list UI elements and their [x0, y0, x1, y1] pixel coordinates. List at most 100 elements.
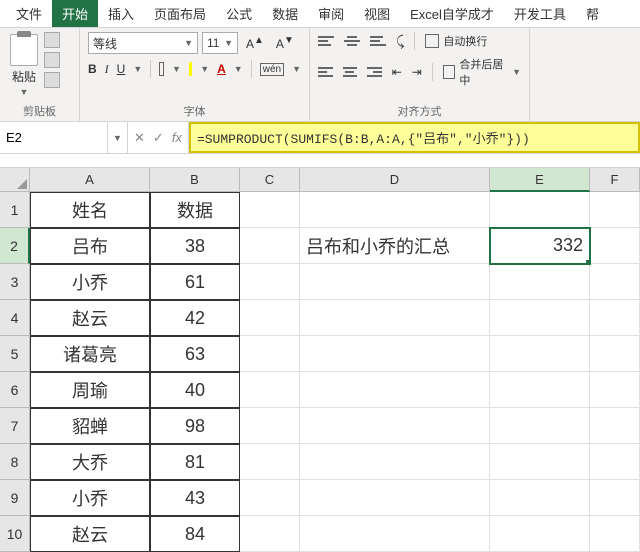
fill-color-button[interactable]	[189, 62, 192, 76]
cell[interactable]	[490, 336, 590, 372]
cell[interactable]: 84	[150, 516, 240, 552]
cell[interactable]: 姓名	[30, 192, 150, 228]
menu-developer[interactable]: 开发工具	[504, 0, 576, 27]
formula-input[interactable]: =SUMPRODUCT(SUMIFS(B:B,A:A,{"吕布","小乔"}))	[189, 122, 640, 153]
cell[interactable]	[240, 228, 300, 264]
cell[interactable]	[590, 516, 640, 552]
cell[interactable]	[300, 264, 490, 300]
cell[interactable]	[240, 444, 300, 480]
cell[interactable]	[490, 408, 590, 444]
phonetic-guide-button[interactable]: wén	[260, 63, 284, 76]
cell[interactable]: 小乔	[30, 264, 150, 300]
cell[interactable]	[490, 480, 590, 516]
chevron-down-icon[interactable]: ▼	[234, 64, 243, 74]
selected-cell[interactable]: 332	[490, 228, 590, 264]
cell[interactable]	[300, 480, 490, 516]
bold-button[interactable]: B	[88, 62, 97, 76]
font-color-button[interactable]: A	[217, 62, 226, 76]
row-header[interactable]: 9	[0, 480, 30, 516]
cell[interactable]: 43	[150, 480, 240, 516]
orientation-button[interactable]: ⤹	[396, 33, 404, 50]
cell[interactable]: 赵云	[30, 300, 150, 336]
cell[interactable]	[240, 336, 300, 372]
cell[interactable]: 小乔	[30, 480, 150, 516]
row-header[interactable]: 2	[0, 228, 30, 264]
cell[interactable]	[490, 300, 590, 336]
font-name-select[interactable]: 等线▼	[88, 32, 198, 54]
copy-icon[interactable]	[44, 52, 60, 68]
chevron-down-icon[interactable]: ▼	[292, 64, 301, 74]
col-header-f[interactable]: F	[590, 168, 640, 192]
cell[interactable]	[240, 516, 300, 552]
menu-view[interactable]: 视图	[354, 0, 400, 27]
row-header[interactable]: 4	[0, 300, 30, 336]
cell-reference-input[interactable]	[0, 122, 107, 153]
menu-help[interactable]: 帮	[576, 0, 609, 27]
row-header[interactable]: 10	[0, 516, 30, 552]
cell[interactable]	[590, 480, 640, 516]
decrease-font-button[interactable]: A▼	[272, 33, 298, 53]
font-size-select[interactable]: 11▼	[202, 32, 238, 54]
cell[interactable]: 数据	[150, 192, 240, 228]
cell[interactable]	[590, 372, 640, 408]
cell[interactable]	[240, 300, 300, 336]
increase-font-button[interactable]: A▲	[242, 33, 268, 53]
cell[interactable]: 诸葛亮	[30, 336, 150, 372]
insert-function-button[interactable]: fx	[172, 130, 182, 145]
cell[interactable]: 大乔	[30, 444, 150, 480]
name-box-dropdown[interactable]: ▼	[108, 122, 128, 153]
align-right-button[interactable]	[367, 67, 382, 77]
cut-icon[interactable]	[44, 32, 60, 48]
menu-custom-excel[interactable]: Excel自学成才	[400, 0, 504, 27]
cell[interactable]	[240, 192, 300, 228]
cell[interactable]	[240, 264, 300, 300]
cell[interactable]: 61	[150, 264, 240, 300]
row-header[interactable]: 5	[0, 336, 30, 372]
cell[interactable]	[300, 444, 490, 480]
cell[interactable]: 63	[150, 336, 240, 372]
col-header-b[interactable]: B	[150, 168, 240, 192]
cell[interactable]	[590, 264, 640, 300]
cell[interactable]: 周瑜	[30, 372, 150, 408]
cell[interactable]	[300, 300, 490, 336]
cell[interactable]: 吕布和小乔的汇总	[300, 228, 490, 264]
cell[interactable]	[490, 264, 590, 300]
cell[interactable]	[590, 336, 640, 372]
menu-home[interactable]: 开始	[52, 0, 98, 27]
cell[interactable]: 81	[150, 444, 240, 480]
col-header-c[interactable]: C	[240, 168, 300, 192]
increase-indent-button[interactable]: ⇥	[412, 65, 422, 79]
row-header[interactable]: 3	[0, 264, 30, 300]
cell[interactable]	[300, 516, 490, 552]
name-box[interactable]	[0, 122, 108, 153]
col-header-d[interactable]: D	[300, 168, 490, 192]
col-header-a[interactable]: A	[30, 168, 150, 192]
select-all-corner[interactable]	[0, 168, 30, 192]
chevron-down-icon[interactable]: ▼	[172, 64, 181, 74]
cell[interactable]	[490, 372, 590, 408]
cell[interactable]	[240, 372, 300, 408]
cell[interactable]	[590, 408, 640, 444]
align-top-button[interactable]	[318, 36, 334, 46]
paste-button[interactable]: 粘贴 ▼	[8, 32, 40, 99]
menu-file[interactable]: 文件	[6, 0, 52, 27]
borders-button[interactable]	[159, 62, 164, 76]
row-header[interactable]: 7	[0, 408, 30, 444]
menu-page-layout[interactable]: 页面布局	[144, 0, 216, 27]
underline-button[interactable]: U	[117, 62, 126, 76]
cancel-formula-button[interactable]: ✕	[134, 130, 145, 146]
merge-center-button[interactable]: 合并后居中 ▼	[443, 56, 521, 88]
align-left-button[interactable]	[318, 67, 333, 77]
cell[interactable]	[490, 516, 590, 552]
cell[interactable]	[490, 444, 590, 480]
cell[interactable]: 吕布	[30, 228, 150, 264]
align-middle-button[interactable]	[344, 36, 360, 46]
cell[interactable]	[590, 444, 640, 480]
menu-insert[interactable]: 插入	[98, 0, 144, 27]
chevron-down-icon[interactable]: ▼	[133, 64, 142, 74]
cell[interactable]: 98	[150, 408, 240, 444]
cell[interactable]	[300, 192, 490, 228]
cell[interactable]: 38	[150, 228, 240, 264]
align-bottom-button[interactable]	[370, 36, 386, 46]
row-header[interactable]: 1	[0, 192, 30, 228]
